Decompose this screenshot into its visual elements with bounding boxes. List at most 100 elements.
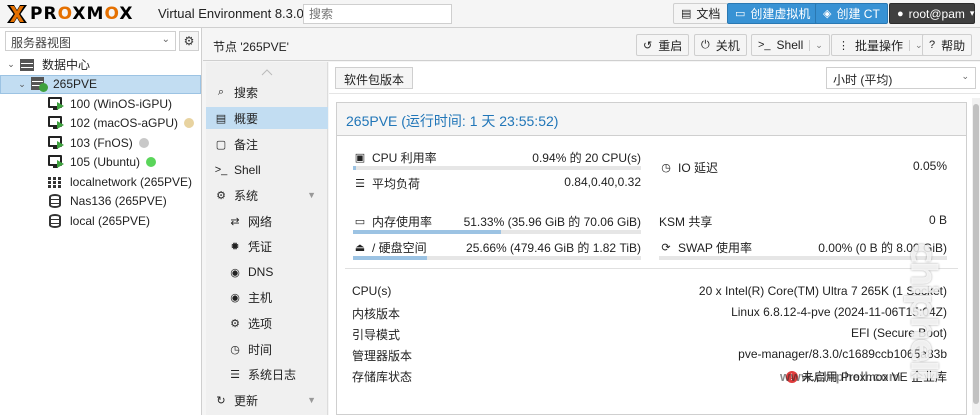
ksm-label: KSM 共享 xyxy=(659,215,713,229)
search-input[interactable] xyxy=(303,4,452,24)
docs-button[interactable]: ▤ 文档 xyxy=(673,3,729,24)
datacenter-icon xyxy=(20,58,36,72)
proxmox-x-icon xyxy=(7,5,27,23)
collapse-icon[interactable]: ⌄ xyxy=(6,59,16,70)
memory-value: 51.33% (35.96 GiB 的 70.06 GiB) xyxy=(463,215,641,229)
tree-item-nas136[interactable]: Nas136 (265PVE) xyxy=(0,192,201,212)
collapse-icon[interactable]: ⌄ xyxy=(17,79,27,90)
bulk-actions-button[interactable]: ⋮ 批量操作 ⌄ xyxy=(831,34,930,56)
info-label-kernel: 内核版本 xyxy=(352,307,401,321)
tree-item-vm-103[interactable]: 103 (FnOS) xyxy=(0,133,201,153)
view-selector[interactable]: 服务器视图 ⌄ xyxy=(5,31,176,51)
vm-running-icon xyxy=(48,96,64,111)
scrollbar-thumb[interactable] xyxy=(973,104,979,404)
cube-icon: ◈ xyxy=(823,8,832,20)
menu-item-system[interactable]: ⚙ 系统 ▼ xyxy=(206,184,328,206)
shell-button[interactable]: >_ Shell ⌄ xyxy=(751,34,830,56)
io-delay-value: 0.05% xyxy=(912,159,947,173)
hdd-icon: ⏏ xyxy=(354,242,366,254)
time-range-select[interactable]: 小时 (平均) ⌄ xyxy=(826,67,976,89)
info-value-manager: pve-manager/8.3.0/c1689ccb1065a83b xyxy=(738,347,947,361)
create-vm-button[interactable]: ▭ 创建虚拟机 xyxy=(727,3,819,24)
refresh-icon: ⟳ xyxy=(661,242,671,254)
gears-icon: ⚙ xyxy=(216,189,226,202)
chevron-down-icon: ⌄ xyxy=(961,71,969,81)
clock-icon: ◷ xyxy=(661,162,671,174)
disk-label: ⏏ / 硬盘空间 xyxy=(354,241,427,255)
disk-value: 25.66% (479.46 GiB 的 1.82 TiB) xyxy=(466,241,641,255)
menu-item-network[interactable]: ⇄ 网络 xyxy=(206,210,328,232)
note-icon: ▢ xyxy=(215,138,227,151)
info-value-cpus: 20 x Intel(R) Core(TM) Ultra 7 265K (1 S… xyxy=(698,284,947,298)
memory-icon: ▭ xyxy=(354,216,366,228)
menu-item-dns[interactable]: ◉ DNS xyxy=(206,261,328,283)
cpu-usage-fill xyxy=(353,166,356,170)
menu-item-certificates[interactable]: ✹ 凭证 xyxy=(206,235,328,257)
top-bar: PROXMOX Virtual Environment 8.3.0 ▤文档 ▭创… xyxy=(0,0,980,28)
package-versions-button[interactable]: 软件包版本 xyxy=(335,67,414,89)
disk-usage-bar xyxy=(353,256,641,260)
summary-view: 软件包版本 小时 (平均) ⌄ 265PVE (运行时间: 1 天 23:55:… xyxy=(329,62,980,415)
menu-item-notes[interactable]: ▢ 备注 xyxy=(206,133,328,155)
site-watermark: chiphell xyxy=(902,242,944,379)
chevron-down-icon[interactable]: ⌄ xyxy=(909,39,923,51)
memory-usage-fill xyxy=(353,230,501,234)
menu-item-search[interactable]: ⌕ 搜索 xyxy=(206,81,328,103)
reboot-button[interactable]: ↺ 重启 xyxy=(636,34,690,56)
chevron-down-icon: ▼ xyxy=(307,395,316,405)
info-value-kernel: Linux 6.8.12-4-pve (2024-11-06T15:04Z) xyxy=(731,305,947,319)
help-button[interactable]: ? 帮助 xyxy=(922,34,973,56)
scroll-up-icon[interactable] xyxy=(261,68,273,76)
io-delay-label: ◷ IO 延迟 xyxy=(659,159,718,176)
exchange-icon: ⇄ xyxy=(230,215,240,228)
tree-item-local[interactable]: local (265PVE) xyxy=(0,211,201,231)
tag-dot xyxy=(138,137,149,148)
search-icon: ⌕ xyxy=(217,85,225,98)
memory-usage-bar xyxy=(353,230,641,234)
load-label: ☰ 平均负荷 xyxy=(353,175,420,192)
tree-item-vm-105[interactable]: 105 (Ubuntu) xyxy=(0,153,201,173)
globe-icon: ◉ xyxy=(230,291,240,304)
menu-item-time[interactable]: ◷ 时间 xyxy=(206,338,328,360)
tree-item-vm-102[interactable]: 102 (macOS-aGPU) xyxy=(0,114,201,134)
tree-settings-button[interactable]: ⚙ xyxy=(179,31,199,51)
menu-item-options[interactable]: ⚙ 选项 xyxy=(206,312,328,334)
desktop-icon: ▭ xyxy=(735,8,746,20)
user-menu-button[interactable]: ● root@pam ▾ xyxy=(889,3,975,24)
site-watermark-url: www.chiphell.com xyxy=(780,369,901,384)
proxmox-logo[interactable]: PROXMOX xyxy=(6,3,133,25)
vertical-scrollbar[interactable] xyxy=(972,98,980,415)
page-title: 节点 '265PVE' xyxy=(213,40,289,54)
create-ct-button[interactable]: ◈ 创建 CT xyxy=(815,3,888,24)
menu-item-summary[interactable]: ▤ 概要 xyxy=(206,107,328,129)
load-value: 0.84,0.40,0.32 xyxy=(564,175,641,189)
summary-toolbar: 软件包版本 小时 (平均) ⌄ xyxy=(329,62,980,94)
info-label-cpus: CPU(s) xyxy=(352,284,392,298)
clock-icon: ◷ xyxy=(230,343,240,356)
tree-item-datacenter[interactable]: ⌄ 数据中心 xyxy=(0,55,201,75)
power-icon: ⏻ xyxy=(701,38,710,51)
tree-item-vm-100[interactable]: 100 (WinOS-iGPU) xyxy=(0,94,201,114)
storage-icon xyxy=(48,194,64,209)
menu-item-hosts[interactable]: ◉ 主机 xyxy=(206,286,328,308)
menu-item-updates[interactable]: ↻ 更新 ▼ xyxy=(206,389,328,411)
resource-tree: ⌄ 数据中心 ⌄ 265PVE 100 (WinOS-iGPU) 102 (ma… xyxy=(0,55,201,231)
network-icon xyxy=(48,175,64,189)
vm-running-icon xyxy=(48,116,64,130)
tag-dot xyxy=(184,118,195,129)
section-divider xyxy=(345,268,958,269)
list-icon: ☰ xyxy=(230,368,240,381)
shutdown-button[interactable]: ⏻ 关机 xyxy=(694,34,747,56)
tree-item-localnetwork[interactable]: localnetwork (265PVE) xyxy=(0,172,201,192)
ksm-value: 0 B xyxy=(928,213,947,227)
node-icon xyxy=(31,77,48,93)
certificate-icon: ✹ xyxy=(230,240,240,253)
terminal-icon: >_ xyxy=(758,39,771,51)
tree-item-node[interactable]: ⌄ 265PVE xyxy=(0,74,201,94)
menu-item-syslog[interactable]: ☰ 系统日志 xyxy=(206,363,328,385)
book-icon: ▤ xyxy=(681,8,692,20)
chevron-down-icon[interactable]: ⌄ xyxy=(809,39,823,51)
cpu-label: ▣ CPU 利用率 xyxy=(354,151,437,165)
panel-title: 265PVE (运行时间: 1 天 23:55:52) xyxy=(337,103,966,136)
menu-item-shell[interactable]: >_ Shell xyxy=(206,159,328,181)
